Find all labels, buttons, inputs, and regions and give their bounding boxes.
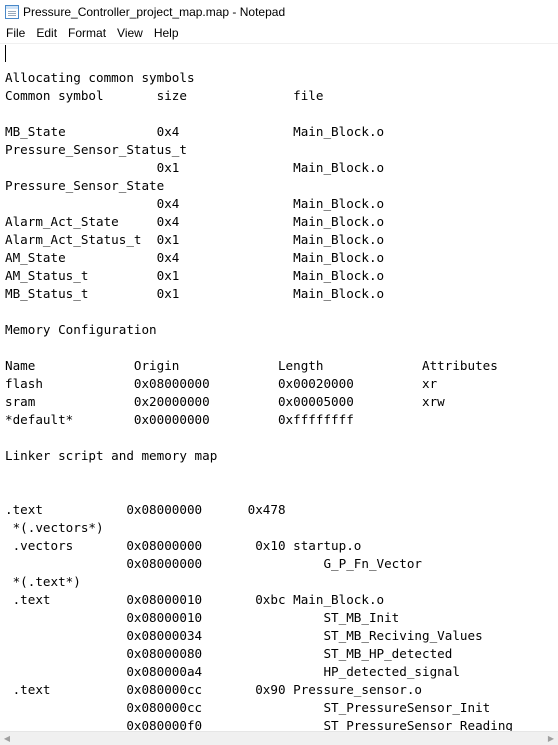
menu-edit[interactable]: Edit: [30, 24, 62, 43]
text-line: 0x080000f0 ST_PressureSensor_Reading: [5, 718, 513, 731]
text-line: Alarm_Act_Status_t 0x1 Main_Block.o: [5, 232, 385, 247]
text-line: [5, 465, 513, 483]
text-line: [5, 429, 513, 447]
text-line: AM_Status_t 0x1 Main_Block.o: [5, 268, 385, 283]
menu-bar: File Edit Format View Help: [0, 24, 558, 44]
text-line: 0x080000a4 HP_detected_signal: [5, 664, 460, 679]
text-line: 0x08000034 ST_MB_Reciving_Values: [5, 628, 483, 643]
text-line: AM_State 0x4 Main_Block.o: [5, 250, 385, 265]
menu-help[interactable]: Help: [148, 24, 184, 43]
text-line: .text 0x08000000 0x478: [5, 502, 286, 517]
notepad-icon: [5, 5, 19, 19]
text-line: Linker script and memory map: [5, 448, 218, 463]
title-bar[interactable]: Pressure_Controller_project_map.map - No…: [0, 0, 558, 24]
text-line: Allocating common symbols: [5, 70, 195, 85]
text-line: [5, 303, 513, 321]
text-line: [5, 51, 513, 69]
text-line: Name Origin Length Attributes: [5, 358, 498, 373]
horizontal-scrollbar[interactable]: ◀ ▶: [0, 731, 558, 745]
text-line: 0x08000080 ST_MB_HP_detected: [5, 646, 453, 661]
text-line: 0x08000000 G_P_Fn_Vector: [5, 556, 423, 571]
notepad-window: Pressure_Controller_project_map.map - No…: [0, 0, 558, 745]
window-title: Pressure_Controller_project_map.map - No…: [23, 5, 286, 19]
text-line: Memory Configuration: [5, 322, 157, 337]
text-line: *(.vectors*): [5, 520, 104, 535]
text-line: MB_Status_t 0x1 Main_Block.o: [5, 286, 385, 301]
text-line: Common symbol size file: [5, 88, 324, 103]
text-line: flash 0x08000000 0x00020000 xr: [5, 376, 438, 391]
text-line: .text 0x080000cc 0x90 Pressure_sensor.o: [5, 682, 423, 697]
text-line: Pressure_Sensor_Status_t: [5, 142, 187, 157]
text-line: 0x1 Main_Block.o: [5, 160, 385, 175]
text-line: 0x4 Main_Block.o: [5, 196, 385, 211]
text-line: .vectors 0x08000000 0x10 startup.o: [5, 538, 362, 553]
text-line: 0x08000010 ST_MB_Init: [5, 610, 400, 625]
text-line: 0x080000cc ST_PressureSensor_Init: [5, 700, 491, 715]
menu-view[interactable]: View: [111, 24, 148, 43]
menu-format[interactable]: Format: [62, 24, 111, 43]
scroll-right-icon[interactable]: ▶: [544, 732, 558, 745]
text-line: Pressure_Sensor_State: [5, 178, 165, 193]
text-line: [5, 483, 513, 501]
text-line: .text 0x08000010 0xbc Main_Block.o: [5, 592, 385, 607]
text-line: [5, 105, 513, 123]
file-content[interactable]: Allocating common symbols Common symbol s…: [5, 51, 513, 731]
scroll-left-icon[interactable]: ◀: [0, 732, 14, 745]
text-line: [5, 339, 513, 357]
text-line: *default* 0x00000000 0xffffffff: [5, 412, 354, 427]
text-line: MB_State 0x4 Main_Block.o: [5, 124, 385, 139]
text-line: Alarm_Act_State 0x4 Main_Block.o: [5, 214, 385, 229]
menu-file[interactable]: File: [0, 24, 30, 43]
text-line: *(.text*): [5, 574, 81, 589]
text-line: sram 0x20000000 0x00005000 xrw: [5, 394, 445, 409]
text-editor[interactable]: Allocating common symbols Common symbol s…: [0, 44, 558, 731]
